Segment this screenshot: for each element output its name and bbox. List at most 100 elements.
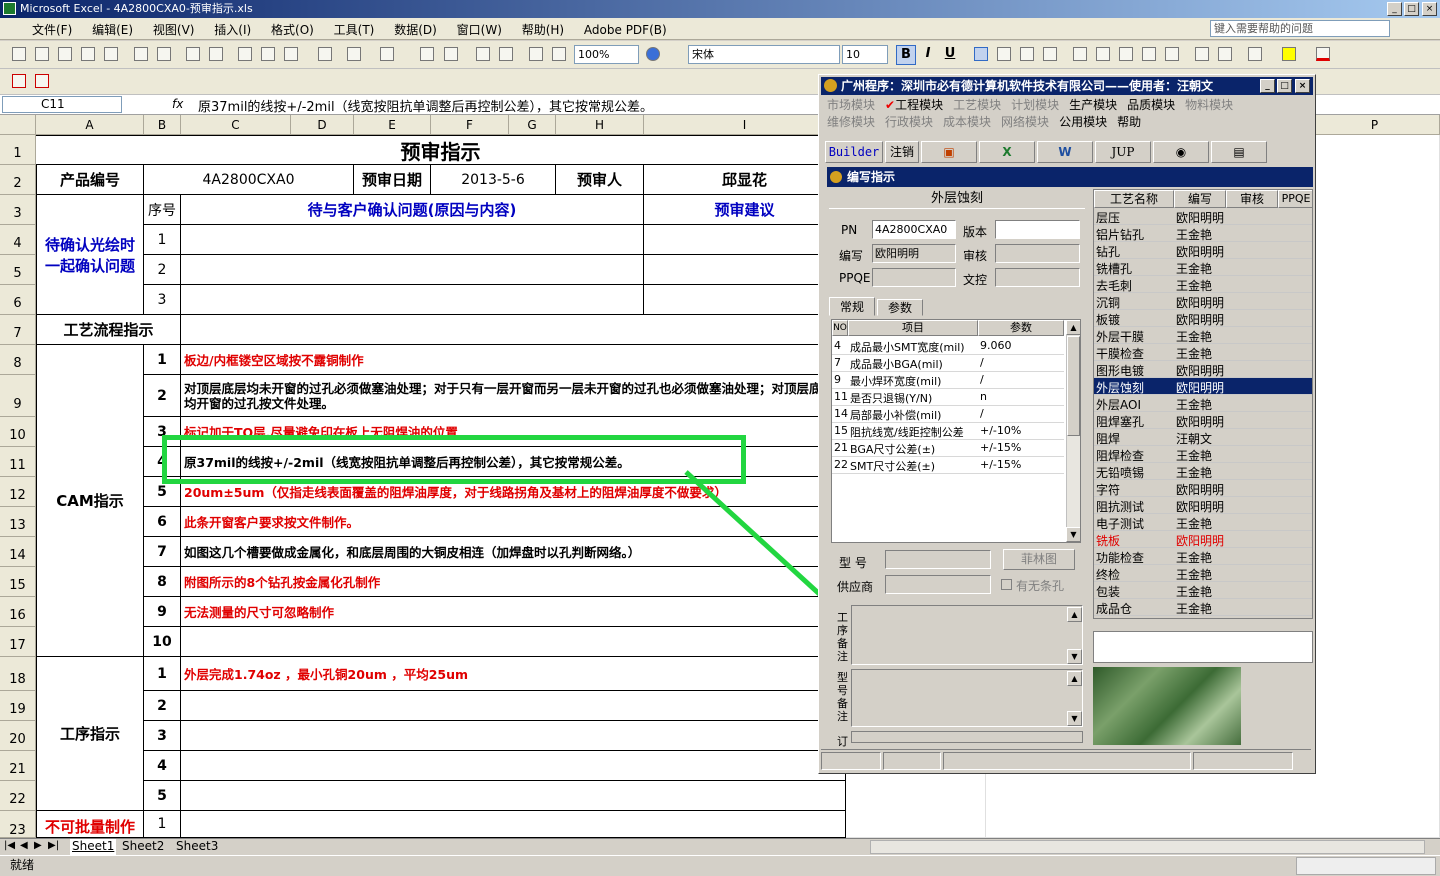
col-process-name[interactable]: 工艺名称: [1094, 190, 1174, 208]
print-icon[interactable]: [134, 47, 148, 61]
help-search-input[interactable]: 键入需要帮助的问题: [1210, 20, 1390, 37]
pn-field[interactable]: 4A2800CXA0: [872, 220, 956, 239]
borders-icon[interactable]: [1248, 47, 1262, 61]
menu-insert[interactable]: 插入(I): [206, 18, 259, 41]
process-row[interactable]: 铣板 欧阳明明: [1094, 531, 1312, 548]
horizontal-scrollbar[interactable]: [870, 840, 1425, 854]
menu-material[interactable]: 物料模块: [1185, 96, 1233, 113]
menu-edit[interactable]: 编辑(E): [84, 18, 141, 41]
tab-params[interactable]: 参数: [877, 299, 923, 316]
process-row[interactable]: 阻焊检查 王金艳: [1094, 446, 1312, 463]
scroll-up-icon[interactable]: ▲: [1066, 320, 1080, 335]
process-row[interactable]: 字符 欧阳明明: [1094, 480, 1312, 497]
process-row[interactable]: 阻抗测试 欧阳明明: [1094, 497, 1312, 514]
note-scroll-down-icon[interactable]: ▼: [1067, 649, 1082, 664]
process-row[interactable]: 功能检查 王金艳: [1094, 548, 1312, 565]
scroll-thumb[interactable]: [1067, 336, 1080, 436]
format-painter-icon[interactable]: [318, 47, 332, 61]
dialog-close-button[interactable]: ×: [1295, 79, 1310, 93]
process-row[interactable]: 铝片钻孔 王金艳: [1094, 225, 1312, 242]
process-row[interactable]: 阻焊塞孔 欧阳明明: [1094, 412, 1312, 429]
pdf-convert-icon[interactable]: [12, 74, 26, 88]
film-button[interactable]: 菲林图: [1003, 549, 1075, 570]
name-box[interactable]: C11: [2, 96, 122, 113]
database-icon[interactable]: ▤: [1211, 141, 1267, 163]
param-row[interactable]: 22 SMT尺寸公差(±) +/-15%: [832, 457, 1064, 474]
hyperlink-icon[interactable]: [420, 47, 434, 61]
sort-desc-icon[interactable]: [499, 47, 513, 61]
process-row[interactable]: 干膜检查 王金艳: [1094, 344, 1312, 361]
increase-indent-icon[interactable]: [1218, 47, 1232, 61]
model-note-field[interactable]: [851, 669, 1083, 727]
align-center-icon[interactable]: [997, 47, 1011, 61]
drawing-icon[interactable]: [552, 47, 566, 61]
report-icon[interactable]: ▣: [921, 141, 977, 163]
close-button[interactable]: ×: [1422, 2, 1437, 16]
process-row[interactable]: 沉铜 欧阳明明: [1094, 293, 1312, 310]
col-reviewer[interactable]: 审核: [1226, 190, 1278, 208]
process-row[interactable]: 包装 王金艳: [1094, 582, 1312, 599]
sort-asc-icon[interactable]: [476, 47, 490, 61]
underline-button[interactable]: U: [940, 45, 960, 65]
cut-icon[interactable]: [238, 47, 252, 61]
param-row[interactable]: 15 阻抗线宽/线距控制公差 +/-10%: [832, 423, 1064, 440]
help-icon[interactable]: [646, 47, 660, 61]
process-row[interactable]: 外层干膜 王金艳: [1094, 327, 1312, 344]
menu-quality[interactable]: 品质模块: [1127, 96, 1175, 113]
undo-icon[interactable]: [347, 47, 361, 61]
menu-help[interactable]: 帮助(H): [514, 18, 572, 41]
menu-production[interactable]: 生产模块: [1069, 96, 1117, 113]
formula-input[interactable]: 原37mil的线按+/-2mil（线宽按阻抗单调整后再控制公差），其它按常规公差…: [198, 96, 653, 115]
ppqe-field[interactable]: [872, 268, 956, 287]
param-row[interactable]: 4 成品最小SMT宽度(mil) 9.060: [832, 338, 1064, 355]
process-row[interactable]: 板镀 欧阳明明: [1094, 310, 1312, 327]
save-icon[interactable]: [58, 47, 72, 61]
no-hole-checkbox[interactable]: [1001, 579, 1012, 590]
col-editor[interactable]: 编写: [1174, 190, 1226, 208]
maximize-button[interactable]: □: [1404, 2, 1419, 16]
view-icon[interactable]: ◉: [1153, 141, 1209, 163]
col-ppqe[interactable]: PPQE: [1278, 190, 1312, 208]
menu-common[interactable]: 公用模块: [1059, 113, 1107, 130]
tab-general[interactable]: 常规: [829, 297, 875, 316]
excel-export-icon[interactable]: X: [979, 141, 1035, 163]
process-row[interactable]: 铣槽孔 王金艳: [1094, 259, 1312, 276]
menu-network[interactable]: 网络模块: [1001, 113, 1049, 130]
redo-icon[interactable]: [380, 47, 394, 61]
italic-button[interactable]: I: [918, 45, 938, 65]
menu-market[interactable]: 市场模块: [827, 96, 875, 113]
currency-icon[interactable]: [1073, 47, 1087, 61]
scroll-down-icon[interactable]: ▼: [1066, 527, 1080, 542]
menu-plan[interactable]: 计划模块: [1011, 96, 1059, 113]
process-row[interactable]: 去毛刺 王金艳: [1094, 276, 1312, 293]
model-scroll-down-icon[interactable]: ▼: [1067, 711, 1082, 726]
font-select[interactable]: 宋体: [688, 45, 840, 64]
process-row[interactable]: 图形电镀 欧阳明明: [1094, 361, 1312, 378]
decrease-decimal-icon[interactable]: [1165, 47, 1179, 61]
param-row[interactable]: 14 局部最小补偿(mil) /: [832, 406, 1064, 423]
bold-button[interactable]: B: [896, 45, 916, 65]
param-row[interactable]: 9 最小焊环宽度(mil) /: [832, 372, 1064, 389]
process-row[interactable]: 钻孔 欧阳明明: [1094, 242, 1312, 259]
merge-center-icon[interactable]: [1043, 47, 1057, 61]
menu-admin[interactable]: 行政模块: [885, 113, 933, 130]
align-left-icon[interactable]: [974, 47, 988, 61]
remark-field[interactable]: [1093, 631, 1313, 663]
param-row[interactable]: 7 成品最小BGA(mil) /: [832, 355, 1064, 372]
process-row[interactable]: 电子测试 王金艳: [1094, 514, 1312, 531]
process-row[interactable]: 外层AOI 王金艳: [1094, 395, 1312, 412]
fx-icon[interactable]: fx: [172, 97, 183, 111]
menu-engineering[interactable]: ✔工程模块: [885, 96, 943, 113]
zoom-select[interactable]: 100%: [574, 45, 639, 64]
col-param[interactable]: 参数: [978, 320, 1064, 336]
word-export-icon[interactable]: W: [1037, 141, 1093, 163]
comma-icon[interactable]: [1119, 47, 1133, 61]
tab-sheet2[interactable]: Sheet2: [122, 839, 164, 853]
note-scroll-up-icon[interactable]: ▲: [1067, 607, 1082, 622]
param-row[interactable]: 11 是否只退锡(Y/N) n: [832, 389, 1064, 406]
order-field[interactable]: [851, 731, 1083, 743]
process-row[interactable]: 成品仓 王金艳: [1094, 599, 1312, 616]
tab-nav-next-icon[interactable]: ▶: [34, 840, 42, 851]
reviewer-field[interactable]: [995, 244, 1080, 263]
jup-button[interactable]: JUP: [1095, 141, 1151, 163]
